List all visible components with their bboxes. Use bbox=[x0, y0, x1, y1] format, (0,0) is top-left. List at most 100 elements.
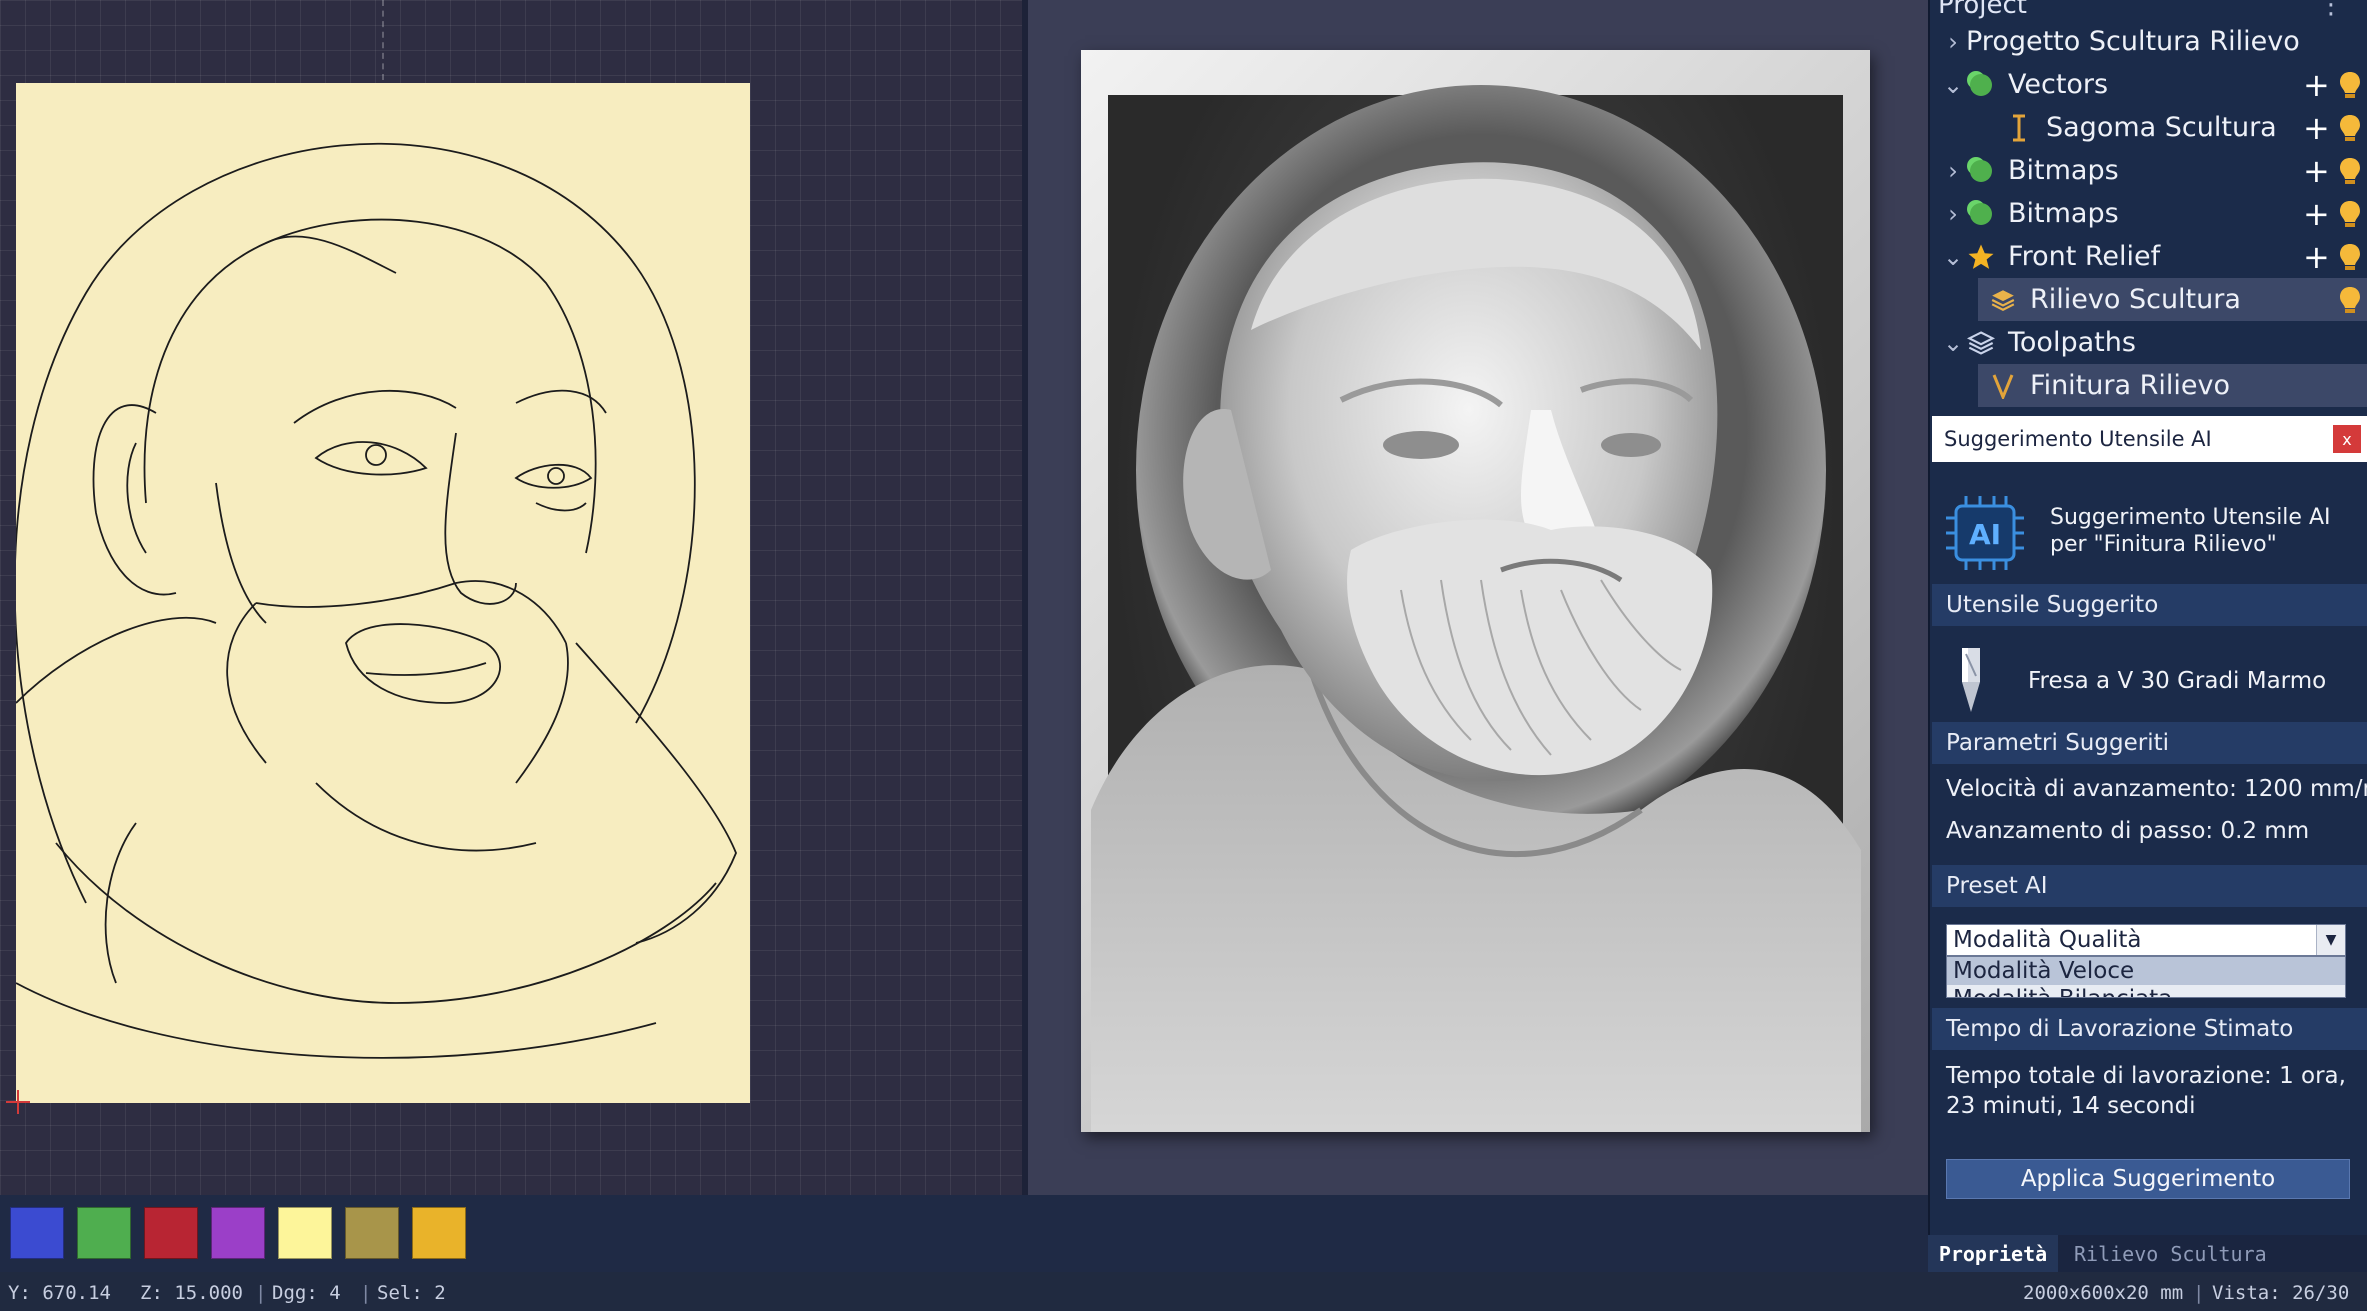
add-icon[interactable]: + bbox=[2303, 109, 2330, 147]
origin-marker-icon bbox=[6, 1090, 30, 1114]
chevron-down-icon[interactable]: ▼ bbox=[2316, 925, 2345, 955]
layers-icon bbox=[1966, 328, 1996, 358]
visibility-bulb-icon[interactable] bbox=[2335, 286, 2365, 314]
ai-chip-label: AI bbox=[1969, 518, 2001, 551]
status-material-size: 2000x600x20 mm bbox=[2023, 1282, 2184, 1304]
chevron-down-icon[interactable]: ⌄ bbox=[1940, 329, 1966, 357]
tree-item-bitmaps[interactable]: › Bitmaps + bbox=[1930, 192, 2367, 235]
ai-suggestion-dialog: Suggerimento Utensile AI x AI Suggerimen… bbox=[1932, 416, 2367, 1269]
tree-item-label: Rilievo Scultura bbox=[2030, 284, 2241, 315]
tree-item-label: Front Relief bbox=[2008, 241, 2161, 272]
preset-selected-value: Modalità Qualità bbox=[1953, 927, 2142, 953]
viewport-3d[interactable] bbox=[1028, 0, 1928, 1195]
drawing-sheet[interactable] bbox=[13, 83, 750, 1103]
visibility-bulb-icon[interactable] bbox=[2335, 200, 2365, 228]
status-view: Vista: 26/30 bbox=[2212, 1282, 2350, 1304]
close-icon[interactable]: x bbox=[2333, 425, 2361, 453]
green-dot-icon bbox=[1966, 70, 1996, 100]
add-icon[interactable]: + bbox=[2303, 66, 2330, 104]
green-dot-icon bbox=[1966, 156, 1996, 186]
visibility-bulb-icon[interactable] bbox=[2335, 71, 2365, 99]
status-separator: | bbox=[360, 1282, 372, 1304]
color-swatch[interactable] bbox=[278, 1207, 332, 1259]
ai-dialog-subtitle: Suggerimento Utensile AI per "Finitura R… bbox=[2050, 505, 2331, 557]
color-swatch[interactable] bbox=[77, 1207, 131, 1259]
v-bit-icon bbox=[1988, 371, 2018, 401]
tree-item-front-relief[interactable]: ⌄ Front Relief + bbox=[1930, 235, 2367, 278]
color-palette bbox=[0, 1195, 1928, 1272]
tree-item-rilievo-scultura[interactable]: Rilievo Scultura bbox=[1978, 278, 2367, 321]
tree-item-label: Toolpaths bbox=[2008, 327, 2136, 358]
suggested-tool-row[interactable]: Fresa a V 30 Gradi Marmo bbox=[1932, 630, 2367, 720]
tree-item-label: Bitmaps bbox=[2008, 155, 2119, 186]
status-bar: Y: 670.14 Z: 15.000 | Dgg: 4 | Sel: 2 20… bbox=[0, 1272, 2367, 1311]
text-cursor-icon bbox=[2004, 113, 2034, 143]
axis-guide bbox=[382, 0, 384, 80]
add-icon[interactable]: + bbox=[2303, 152, 2330, 190]
tree-item-label: Bitmaps bbox=[2008, 198, 2119, 229]
color-swatch[interactable] bbox=[144, 1207, 198, 1259]
preset-option-fast[interactable]: Modalità Veloce bbox=[1947, 957, 2345, 985]
preset-dropdown[interactable]: Modalità Qualità ▼ bbox=[1946, 924, 2346, 956]
vector-line-drawing[interactable] bbox=[13, 83, 750, 1103]
visibility-bulb-icon[interactable] bbox=[2335, 243, 2365, 271]
chevron-down-icon[interactable]: ⌄ bbox=[1940, 71, 1966, 99]
color-swatch[interactable] bbox=[412, 1207, 466, 1259]
status-y-coordinate: Y: 670.14 bbox=[8, 1282, 111, 1304]
chevron-right-icon[interactable]: › bbox=[1940, 28, 1966, 56]
status-degrees: Dgg: 4 bbox=[272, 1282, 341, 1304]
status-separator: | bbox=[255, 1282, 267, 1304]
tree-item-label: Progetto Scultura Rilievo bbox=[1966, 26, 2300, 57]
tree-item-bitmaps[interactable]: › Bitmaps + bbox=[1930, 149, 2367, 192]
tab-properties[interactable]: Proprietà bbox=[1928, 1235, 2058, 1272]
panel-tabs: Proprietà Rilievo Scultura bbox=[1928, 1235, 2367, 1272]
relief-sculpture-render bbox=[1091, 85, 1861, 1132]
project-tree: › Progetto Scultura Rilievo ⌄ Vectors + Sagom… bbox=[1930, 20, 2367, 407]
stepover-value: Avanzamento di passo: 0.2 mm bbox=[1946, 818, 2310, 844]
tree-item-sagoma-scultura[interactable]: Sagoma Scultura + bbox=[1930, 106, 2367, 149]
panel-menu-icon[interactable]: ⋮ bbox=[2318, 0, 2344, 20]
tool-section-header: Utensile Suggerito bbox=[1932, 584, 2367, 626]
ai-chip-icon: AI bbox=[1946, 496, 2024, 570]
suggested-tool-name: Fresa a V 30 Gradi Marmo bbox=[2028, 668, 2327, 694]
project-panel-header: Project ⋮ bbox=[1938, 0, 2344, 20]
feed-rate-value: Velocità di avanzamento: 1200 mm/min bbox=[1946, 776, 2367, 802]
status-selection-count: Sel: 2 bbox=[377, 1282, 446, 1304]
project-panel-title: Project bbox=[1938, 0, 2027, 20]
status-separator: | bbox=[2193, 1282, 2205, 1304]
params-section-header: Parametri Suggeriti bbox=[1932, 722, 2367, 764]
layers-gold-icon bbox=[1988, 285, 2018, 315]
status-z-coordinate: Z: 15.000 bbox=[140, 1282, 243, 1304]
viewport-2d[interactable] bbox=[0, 0, 1022, 1195]
color-swatch[interactable] bbox=[211, 1207, 265, 1259]
tree-item-finitura-rilievo[interactable]: Finitura Rilievo bbox=[1978, 364, 2367, 407]
tree-item-label: Finitura Rilievo bbox=[2030, 370, 2230, 401]
tree-item-label: Vectors bbox=[2008, 69, 2109, 100]
color-swatch[interactable] bbox=[345, 1207, 399, 1259]
visibility-bulb-icon[interactable] bbox=[2335, 114, 2365, 142]
ai-dialog-heading: AI Suggerimento Utensile AI per "Finitur… bbox=[1932, 468, 2367, 588]
chevron-right-icon[interactable]: › bbox=[1940, 200, 1966, 228]
add-icon[interactable]: + bbox=[2303, 195, 2330, 233]
tree-item-toolpaths[interactable]: ⌄ Toolpaths bbox=[1930, 321, 2367, 364]
ai-dialog-titlebar[interactable]: Suggerimento Utensile AI x bbox=[1932, 416, 2367, 462]
tab-relief-sculpture[interactable]: Rilievo Scultura bbox=[2074, 1235, 2267, 1272]
apply-suggestion-button[interactable]: Applica Suggerimento bbox=[1946, 1159, 2350, 1199]
tree-item-progetto-scultura-rilievo[interactable]: › Progetto Scultura Rilievo bbox=[1930, 20, 2367, 63]
chevron-down-icon[interactable]: ⌄ bbox=[1940, 243, 1966, 271]
ai-dialog-title: Suggerimento Utensile AI bbox=[1944, 427, 2212, 451]
estimated-time-value: Tempo totale di lavorazione: 1 ora, 23 m… bbox=[1946, 1063, 2346, 1119]
time-section-header: Tempo di Lavorazione Stimato bbox=[1932, 1008, 2367, 1050]
tree-item-label: Sagoma Scultura bbox=[2046, 112, 2277, 143]
tree-item-vectors[interactable]: ⌄ Vectors + bbox=[1930, 63, 2367, 106]
preset-options-list[interactable]: Modalità Veloce Modalità Bilanciata bbox=[1946, 956, 2346, 998]
chevron-right-icon[interactable]: › bbox=[1940, 157, 1966, 185]
star-icon bbox=[1966, 242, 1996, 272]
green-dot-icon bbox=[1966, 199, 1996, 229]
color-swatch[interactable] bbox=[10, 1207, 64, 1259]
preset-section-header: Preset AI bbox=[1932, 865, 2367, 907]
relief-frame bbox=[1081, 50, 1870, 1132]
add-icon[interactable]: + bbox=[2303, 238, 2330, 276]
visibility-bulb-icon[interactable] bbox=[2335, 157, 2365, 185]
preset-option-balanced[interactable]: Modalità Bilanciata bbox=[1947, 985, 2345, 997]
